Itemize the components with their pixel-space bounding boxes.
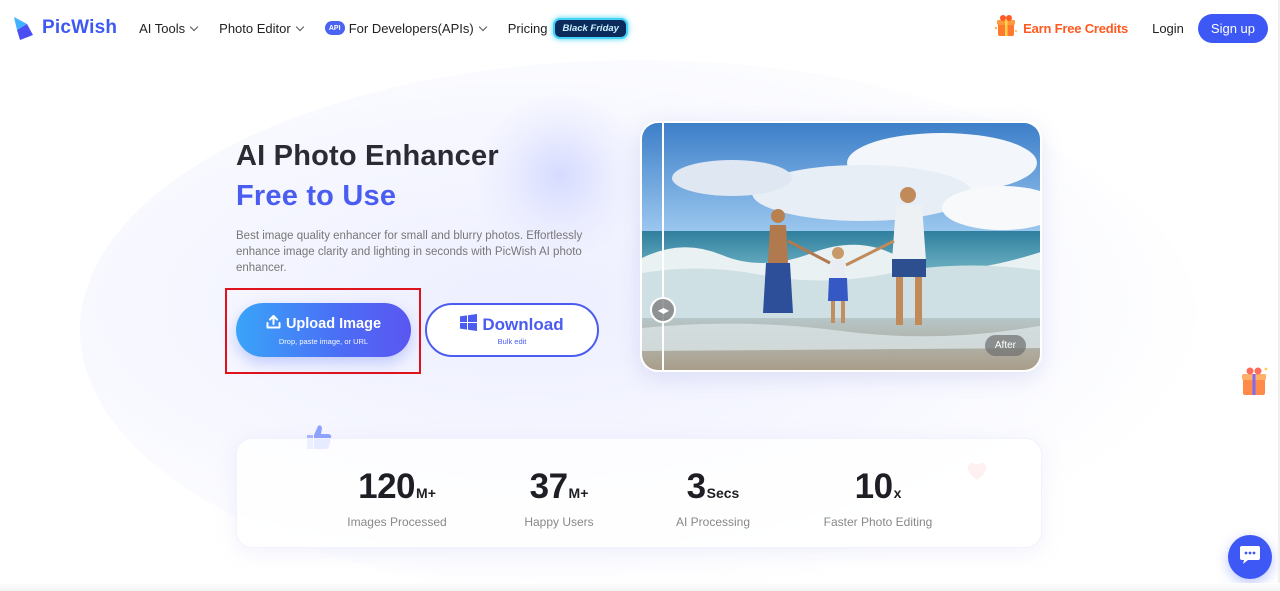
- nav-ai-tools-label: AI Tools: [139, 20, 186, 36]
- upload-image-hint: Drop, paste image, or URL: [278, 336, 369, 346]
- login-link[interactable]: Login: [1152, 21, 1184, 36]
- stat-happy-users: 37M+ Happy Users: [469, 467, 649, 529]
- beach-family-photo: [642, 123, 1040, 370]
- black-friday-badge[interactable]: Black Friday: [553, 17, 628, 39]
- nav-photo-editor-label: Photo Editor: [219, 20, 291, 36]
- signup-button[interactable]: Sign up: [1197, 13, 1268, 43]
- stat-unit: M+: [568, 485, 589, 501]
- page-title: AI Photo Enhancer: [236, 140, 499, 172]
- compare-divider[interactable]: [662, 123, 664, 370]
- hero-description: Best image quality enhancer for small an…: [236, 230, 583, 274]
- upload-image-button[interactable]: Upload Image Drop, paste image, or URL: [236, 303, 411, 357]
- nav-pricing[interactable]: Pricing Black Friday: [507, 17, 628, 39]
- chat-support-button[interactable]: [1228, 535, 1272, 579]
- stat-value: 120: [358, 467, 416, 506]
- stats-panel: 120M+ Images Processed 37M+ Happy Users …: [236, 438, 1042, 548]
- download-hint: Bulk edit: [497, 337, 527, 346]
- nav-pricing-label: Pricing: [507, 20, 548, 36]
- api-icon: API: [324, 21, 345, 35]
- stat-label: Faster Photo Editing: [823, 515, 933, 529]
- gift-icon: [993, 14, 1019, 43]
- stat-value: 3: [686, 467, 706, 506]
- earn-free-credits-label: Earn Free Credits: [1023, 20, 1129, 36]
- stat-unit: Secs: [706, 485, 740, 501]
- chevron-down-icon: [478, 22, 487, 31]
- earn-free-credits-link[interactable]: Earn Free Credits: [993, 14, 1128, 43]
- logo-text: PicWish: [42, 17, 118, 38]
- before-after-compare-card[interactable]: ◀▶ After: [640, 121, 1042, 372]
- stat-ai-processing: 3Secs AI Processing: [623, 467, 803, 529]
- nav-photo-editor[interactable]: Photo Editor: [219, 20, 304, 36]
- upload-image-label: Upload Image: [285, 316, 382, 332]
- nav-developers[interactable]: API For Developers(APIs): [324, 20, 487, 36]
- stat-unit: M+: [416, 485, 436, 501]
- top-navbar: PicWish AI Tools Photo Editor API For De…: [0, 0, 1280, 56]
- nav-developers-label: For Developers(APIs): [348, 20, 474, 36]
- bottom-shade: [0, 583, 1280, 591]
- logo[interactable]: PicWish: [12, 15, 117, 41]
- picwish-logo-icon: [12, 15, 36, 41]
- stat-faster-editing: 10x Faster Photo Editing: [788, 467, 968, 529]
- stat-label: Happy Users: [524, 515, 594, 529]
- stat-label: AI Processing: [675, 515, 751, 529]
- compare-handle-icon[interactable]: ◀▶: [650, 297, 676, 323]
- windows-icon: [460, 314, 478, 336]
- stat-images-processed: 120M+ Images Processed: [307, 467, 487, 529]
- chevron-down-icon: [295, 22, 304, 31]
- chevron-down-icon: [189, 22, 199, 31]
- after-label: After: [984, 335, 1026, 356]
- stat-label: Images Processed: [347, 515, 447, 529]
- upload-icon: [266, 314, 281, 334]
- nav-ai-tools[interactable]: AI Tools: [139, 20, 199, 36]
- stat-unit: x: [893, 485, 902, 501]
- stat-value: 37: [529, 467, 568, 506]
- floating-gift-icon[interactable]: [1238, 364, 1270, 398]
- download-button[interactable]: Download Bulk edit: [425, 303, 599, 357]
- download-label: Download: [482, 315, 564, 334]
- chat-icon: [1239, 545, 1261, 570]
- page-subtitle: Free to Use: [236, 180, 397, 212]
- stat-value: 10: [854, 467, 893, 506]
